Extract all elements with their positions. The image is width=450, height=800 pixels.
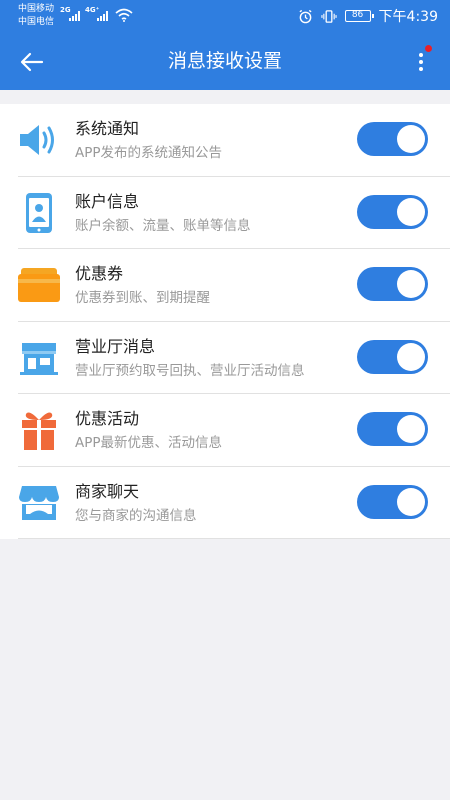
setting-description: APP发布的系统通知公告	[75, 145, 223, 161]
setting-label: 账户信息	[75, 191, 140, 211]
setting-label: 优惠活动	[75, 409, 140, 428]
setting-row-account: 账户信息 账户余额、流量、账单等信息	[0, 177, 450, 250]
toggle-account[interactable]	[357, 194, 428, 229]
alarm-icon	[299, 9, 312, 23]
toggle-promo[interactable]	[357, 412, 428, 446]
settings-list: 系统通知 APP发布的系统通知公告 账户信息 账户余额、流量、账单等信息 优惠券…	[0, 104, 450, 539]
notification-badge	[425, 45, 432, 52]
speaker-icon	[17, 118, 61, 162]
signal-bars-1-icon	[69, 11, 80, 21]
setting-row-promo: 优惠活动 APP最新优惠、活动信息	[0, 394, 450, 467]
status-bar: 中国移动 中国电信 2G 4G⁺ 86 下午4:39	[0, 0, 450, 34]
signal-bars-2-icon	[97, 11, 108, 21]
store-icon	[17, 336, 61, 380]
carrier-2: 中国电信	[18, 17, 55, 27]
setting-description: 账户余额、流量、账单等信息	[75, 217, 251, 234]
coupon-icon	[17, 263, 61, 307]
setting-row-hall: 营业厅消息 营业厅预约取号回执、营业厅活动信息	[0, 322, 450, 395]
phone-user-icon	[17, 191, 61, 235]
more-options-button[interactable]	[406, 44, 436, 80]
setting-row-system: 系统通知 APP发布的系统通知公告	[0, 104, 450, 177]
vibrate-icon	[320, 9, 337, 23]
arrow-left-icon	[20, 52, 44, 72]
battery-level: 86	[351, 10, 364, 20]
toggle-hall[interactable]	[357, 339, 428, 374]
wifi-icon	[115, 8, 133, 22]
more-vertical-icon	[419, 50, 423, 74]
page-title: 消息接收设置	[167, 50, 282, 72]
shop-icon	[17, 481, 61, 525]
carrier-1: 中国移动	[18, 4, 55, 14]
clock: 下午4:39	[378, 9, 438, 25]
toggle-merchant[interactable]	[357, 484, 428, 519]
setting-label: 系统通知	[75, 119, 140, 138]
app-bar: 消息接收设置	[0, 34, 450, 90]
setting-label: 商家聊天	[75, 481, 140, 501]
setting-label: 营业厅消息	[75, 336, 156, 356]
back-button[interactable]	[14, 44, 50, 80]
setting-row-merchant: 商家聊天 您与商家的沟通信息	[0, 467, 450, 540]
setting-description: 营业厅预约取号回执、营业厅活动信息	[75, 362, 305, 379]
carrier-names: 中国移动 中国电信	[18, 3, 54, 29]
setting-description: 您与商家的沟通信息	[75, 507, 197, 524]
setting-description: 优惠券到账、到期提醒	[75, 290, 210, 306]
toggle-coupon[interactable]	[357, 267, 428, 301]
setting-label: 优惠券	[75, 264, 124, 283]
setting-description: APP最新优惠、活动信息	[75, 435, 223, 451]
status-right: 86 下午4:39	[298, 7, 438, 25]
setting-row-coupon: 优惠券 优惠券到账、到期提醒	[0, 249, 450, 322]
battery-icon: 86	[344, 10, 374, 22]
gift-icon	[17, 408, 61, 452]
toggle-system[interactable]	[357, 122, 428, 156]
